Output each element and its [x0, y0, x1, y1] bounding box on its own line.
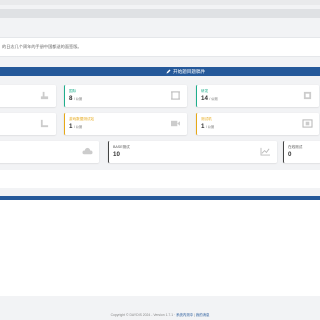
card-unit: / 公测: [205, 125, 215, 129]
card-label: 测试机: [201, 117, 212, 121]
card-label: BASE测试: [113, 145, 130, 149]
card-value: 0: [288, 151, 292, 158]
frame-icon: [171, 91, 180, 100]
notice-text: 的日志几个周年的手册中国都送的面签版。: [2, 44, 82, 49]
card-value: 1: [69, 123, 73, 130]
stat-card-9[interactable]: 在线测试 0: [283, 141, 320, 163]
stat-card-2[interactable]: 国际 8/ 公测: [64, 85, 187, 107]
card-label: 在线测试: [288, 145, 303, 149]
stat-card-6[interactable]: 测试机 1/ 公测: [196, 113, 319, 135]
stat-card-3[interactable]: 研发 14/ 公测: [196, 85, 319, 107]
video-icon: [171, 120, 180, 127]
card-value: 8: [69, 95, 73, 102]
start-banner[interactable]: 开始题目题稿件: [0, 67, 320, 76]
card-value: 10: [113, 151, 120, 158]
footer-link-internal-test[interactable]: 系统内测中: [176, 313, 193, 317]
card-value: 1: [201, 123, 205, 130]
card-unit: / 公测: [73, 97, 83, 101]
card-label: 国际: [69, 89, 77, 93]
stat-card-1[interactable]: [0, 85, 56, 107]
content-panel: [0, 170, 320, 188]
footer-link-messages[interactable]: 我的消息: [196, 313, 210, 317]
chart-icon: [260, 147, 270, 156]
card-label: 游戏数据测试站: [69, 117, 95, 121]
copyright-text: Copyright © DAYDIS 2024 - Version 1.7.1 …: [110, 313, 176, 317]
stat-card-5[interactable]: 游戏数据测试站 1/ 公测: [64, 113, 187, 135]
stat-card-8[interactable]: BASE测试 10: [108, 141, 277, 163]
stat-card-4[interactable]: [0, 113, 56, 135]
header-bar: [0, 9, 320, 18]
cloud-icon: [82, 147, 93, 155]
card-label: 研发: [201, 89, 209, 93]
pipe-icon: [40, 91, 49, 100]
top-bar: [0, 0, 320, 5]
stat-card-7[interactable]: [0, 141, 99, 163]
box-icon: [303, 91, 312, 100]
card-unit: / 公测: [209, 97, 218, 101]
banner-label: 开始题目题稿件: [173, 68, 206, 74]
angle-icon: [40, 119, 49, 128]
footer: Copyright © DAYDIS 2024 - Version 1.7.1 …: [0, 312, 320, 317]
card-unit: / 公测: [73, 125, 83, 129]
card-value: 14: [201, 95, 208, 102]
notice-panel: 的日志几个周年的手册中国都送的面签版。: [0, 37, 320, 57]
pencil-icon: [166, 69, 171, 74]
section-body: [0, 200, 320, 296]
film-icon: [302, 119, 313, 128]
